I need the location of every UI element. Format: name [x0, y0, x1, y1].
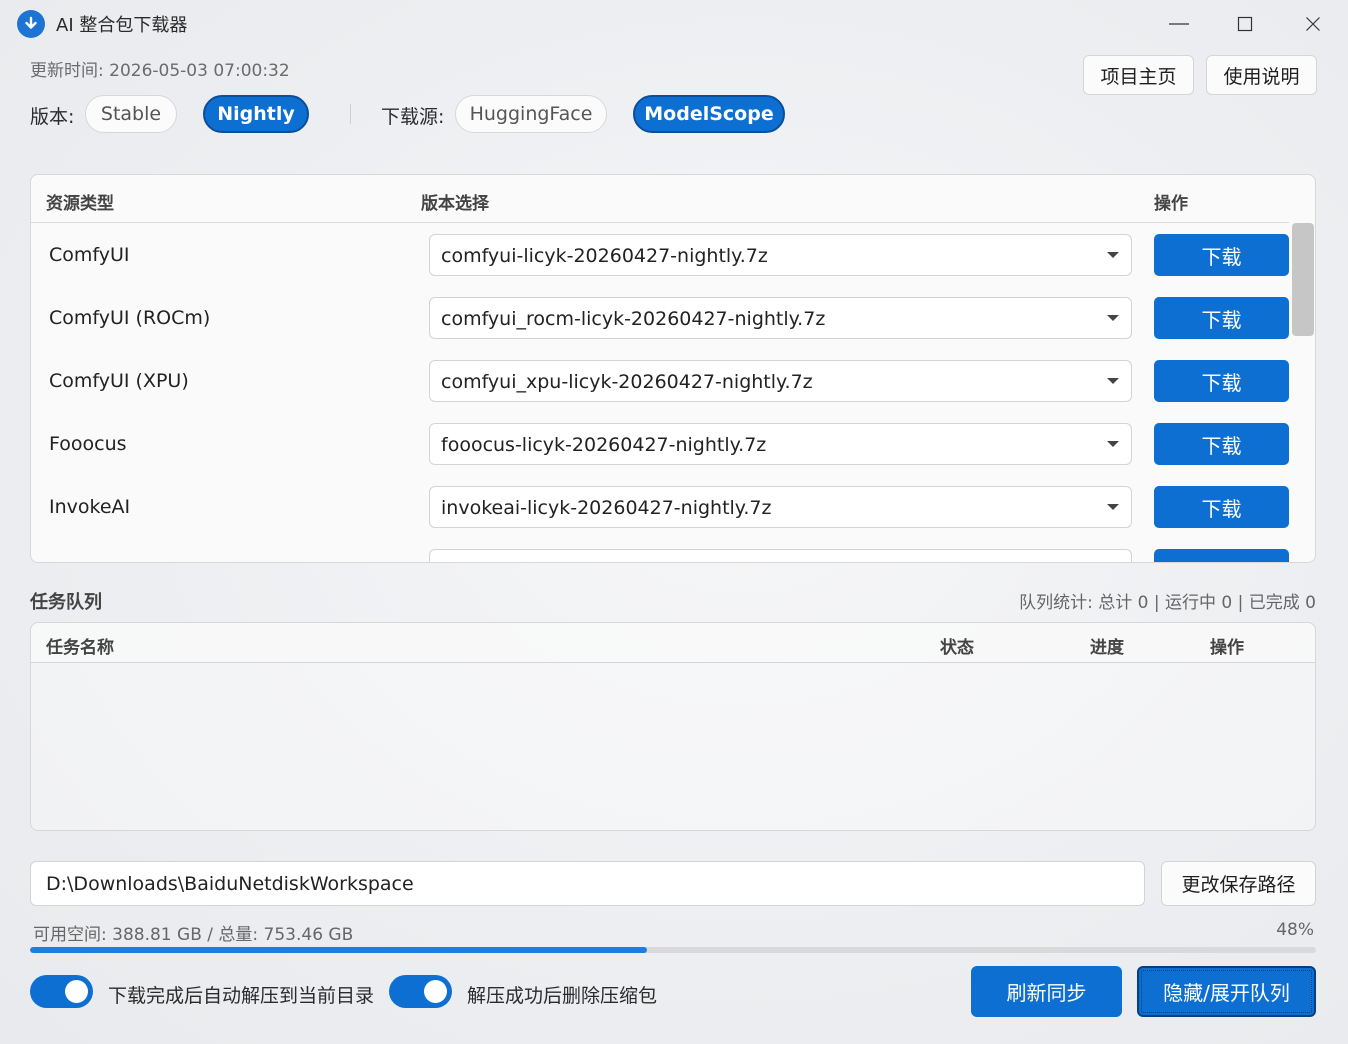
version-dropdown[interactable]: invokeai-licyk-20260427-nightly.7z	[429, 486, 1132, 528]
table-row: ComfyUI (ROCm) comfyui_rocm-licyk-202604…	[31, 287, 1289, 350]
version-dropdown-value: comfyui_rocm-licyk-20260427-nightly.7z	[441, 308, 826, 330]
download-button[interactable]: 下载	[1154, 423, 1289, 465]
chevron-down-icon	[1107, 252, 1119, 258]
header-task-name: 任务名称	[46, 638, 114, 658]
maximize-button[interactable]	[1222, 6, 1268, 42]
title-bar: AI 整合包下载器	[0, 0, 1348, 46]
queue-table: 任务名称 状态 进度 操作	[30, 622, 1316, 831]
version-dropdown[interactable]: comfyui_xpu-licyk-20260427-nightly.7z	[429, 360, 1132, 402]
change-save-path-button[interactable]: 更改保存路径	[1161, 861, 1316, 906]
disk-usage-fill	[30, 947, 648, 953]
download-button[interactable]: 下载	[1154, 549, 1289, 562]
scrollbar-thumb[interactable]	[1292, 223, 1314, 336]
download-button[interactable]: 下载	[1154, 360, 1289, 402]
disk-space-text: 可用空间: 388.81 GB / 总量: 753.46 GB	[33, 925, 354, 945]
header-version-select: 版本选择	[421, 194, 489, 214]
resource-table: 资源类型 版本选择 操作 ComfyUI comfyui-licyk-20260…	[30, 174, 1316, 563]
table-row: InvokeAI invokeai-licyk-20260427-nightly…	[31, 476, 1289, 539]
resource-table-header: 资源类型 版本选择 操作	[31, 175, 1289, 223]
disk-usage-percent: 48%	[1276, 920, 1314, 940]
toggle-knob	[65, 980, 88, 1003]
auto-extract-label: 下载完成后自动解压到当前目录	[108, 985, 375, 1007]
table-row: Fooocus fooocus-licyk-20260427-nightly.7…	[31, 413, 1289, 476]
resource-name: ComfyUI (XPU)	[49, 370, 189, 392]
queue-stats: 队列统计: 总计 0 | 运行中 0 | 已完成 0	[1019, 593, 1316, 613]
chevron-down-icon	[1107, 441, 1119, 447]
download-button[interactable]: 下载	[1154, 297, 1289, 339]
version-stable-pill[interactable]: Stable	[85, 95, 177, 133]
close-button[interactable]	[1290, 6, 1336, 42]
header-queue-action: 操作	[1210, 638, 1244, 658]
version-label: 版本:	[30, 106, 75, 128]
version-dropdown-value: invokeai-licyk-20260427-nightly.7z	[441, 497, 772, 519]
version-dropdown-value: comfyui_xpu-licyk-20260427-nightly.7z	[441, 371, 813, 393]
usage-help-button[interactable]: 使用说明	[1206, 55, 1317, 95]
header-action: 操作	[1154, 194, 1188, 214]
version-dropdown[interactable]	[429, 549, 1132, 562]
scrollbar[interactable]	[1291, 223, 1315, 562]
toggle-knob	[424, 980, 447, 1003]
chevron-down-icon	[1107, 504, 1119, 510]
refresh-sync-button[interactable]: 刷新同步	[971, 966, 1122, 1017]
source-label: 下载源:	[381, 106, 445, 128]
version-dropdown-value: fooocus-licyk-20260427-nightly.7z	[441, 434, 767, 456]
table-row: ComfyUI (XPU) comfyui_xpu-licyk-20260427…	[31, 350, 1289, 413]
minimize-icon	[1169, 23, 1189, 25]
disk-usage-bar	[30, 947, 1316, 953]
queue-title: 任务队列	[30, 592, 102, 613]
delete-archive-label: 解压成功后删除压缩包	[467, 985, 658, 1007]
version-dropdown-value: comfyui-licyk-20260427-nightly.7z	[441, 245, 768, 267]
maximize-icon	[1237, 16, 1253, 32]
queue-table-header: 任务名称 状态 进度 操作	[31, 623, 1315, 663]
download-button[interactable]: 下载	[1154, 486, 1289, 528]
download-app-icon	[17, 10, 45, 38]
auto-extract-toggle[interactable]	[30, 975, 93, 1008]
chevron-down-icon	[1107, 378, 1119, 384]
chevron-down-icon	[1107, 315, 1119, 321]
app-window: AI 整合包下载器 更新时间: 2026-05-03 07:00:32 项目主页…	[0, 0, 1348, 1044]
resource-name: ComfyUI (ROCm)	[49, 307, 211, 329]
version-dropdown[interactable]: comfyui-licyk-20260427-nightly.7z	[429, 234, 1132, 276]
header-resource-type: 资源类型	[46, 194, 114, 214]
project-home-button[interactable]: 项目主页	[1083, 55, 1194, 95]
save-path-input[interactable]: D:\Downloads\BaiduNetdiskWorkspace	[30, 861, 1145, 906]
download-button[interactable]: 下载	[1154, 234, 1289, 276]
resource-name: ComfyUI	[49, 244, 130, 266]
minimize-button[interactable]	[1156, 6, 1202, 42]
update-time: 更新时间: 2026-05-03 07:00:32	[30, 61, 290, 81]
delete-archive-toggle[interactable]	[389, 975, 452, 1008]
toggle-queue-button[interactable]: 隐藏/展开队列	[1137, 966, 1316, 1017]
resource-name: Fooocus	[49, 433, 127, 455]
header-progress: 进度	[1090, 638, 1124, 658]
source-modelscope-pill[interactable]: ModelScope	[633, 95, 785, 133]
divider	[350, 104, 351, 124]
close-icon	[1306, 17, 1320, 31]
header-status: 状态	[940, 638, 974, 658]
window-title: AI 整合包下载器	[56, 15, 188, 36]
version-nightly-pill[interactable]: Nightly	[203, 95, 309, 133]
resource-name: InvokeAI	[49, 496, 131, 518]
version-dropdown[interactable]: fooocus-licyk-20260427-nightly.7z	[429, 423, 1132, 465]
table-row: 下载	[31, 539, 1289, 562]
table-row: ComfyUI comfyui-licyk-20260427-nightly.7…	[31, 224, 1289, 287]
source-huggingface-pill[interactable]: HuggingFace	[455, 95, 607, 133]
version-dropdown[interactable]: comfyui_rocm-licyk-20260427-nightly.7z	[429, 297, 1132, 339]
